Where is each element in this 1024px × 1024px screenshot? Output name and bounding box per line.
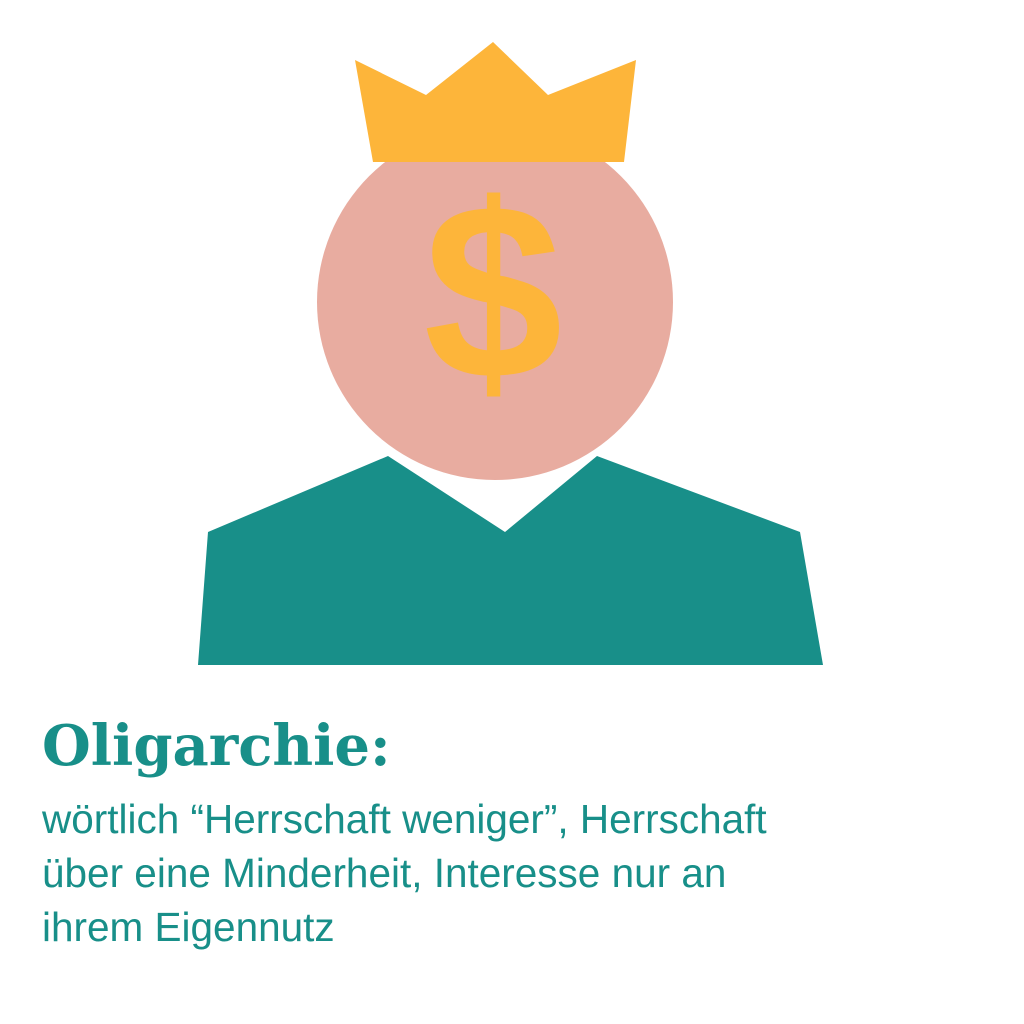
body-shape: [198, 456, 823, 665]
definition-text: wörtlich “Herrschaft weniger”, Herrschaf…: [42, 792, 992, 954]
term-title: Oligarchie:: [42, 713, 391, 779]
definition-line: ihrem Eigennutz: [42, 904, 335, 950]
definition-line: wörtlich “Herrschaft weniger”, Herrschaf…: [42, 796, 767, 842]
definition-line: über eine Minderheit, Interesse nur an: [42, 850, 727, 896]
caption: Oligarchie: wörtlich “Herrschaft weniger…: [42, 700, 992, 954]
crown-icon: [355, 42, 636, 162]
dollar-sign-icon: $: [423, 152, 562, 431]
oligarch-illustration: $: [198, 42, 823, 665]
